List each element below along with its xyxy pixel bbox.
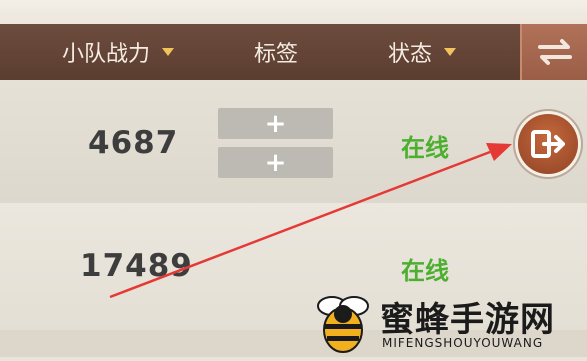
watermark-title: 蜜蜂手游网 xyxy=(380,300,555,340)
bee-logo xyxy=(317,296,369,353)
watermark-subtitle: MIFENGSHOUYOUWANG xyxy=(382,336,544,350)
